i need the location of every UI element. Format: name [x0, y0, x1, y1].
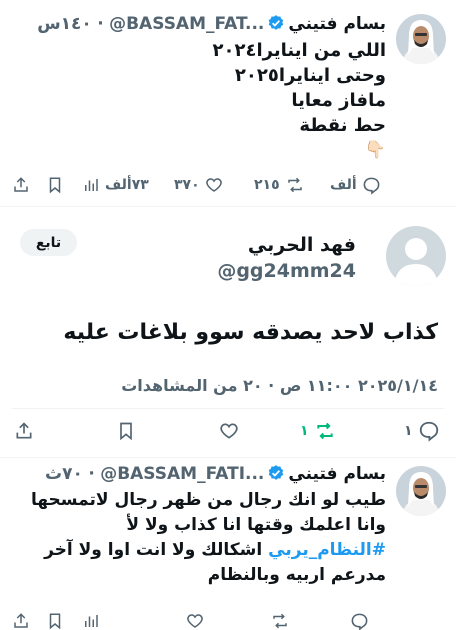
user-photo-icon [396, 466, 446, 516]
tweet-actions [0, 606, 456, 630]
timestamp[interactable]: ٧٠ث [45, 464, 83, 484]
text-fragment: اشكالك ولا انت اوا ولا آخر [44, 540, 263, 560]
share-icon [16, 422, 32, 439]
share-button[interactable] [12, 606, 30, 630]
views-icon [85, 615, 98, 627]
hashtag-link[interactable]: #النظام_يربي [268, 540, 386, 560]
repost-button[interactable]: ١ [300, 416, 336, 446]
text-line: وانا اعلمك وقتها انا كذاب ولا لأ [126, 515, 386, 535]
default-avatar-icon [386, 226, 446, 286]
display-name[interactable]: بسام فتيني [288, 464, 386, 484]
views-count: ٧٣ألف [105, 177, 149, 193]
reply-icon [363, 177, 380, 195]
like-button[interactable] [186, 606, 204, 630]
share-button[interactable] [14, 416, 34, 446]
repost-icon [273, 613, 287, 629]
repost-count: ٢١٥ [254, 177, 280, 193]
views-button[interactable]: ٧٣ألف [82, 170, 149, 200]
text-line: مدرعم اربيه وبالنظام [207, 565, 386, 585]
tweet-header: بسام فتيني @BASSAM_FATI... · ٧٠ث [6, 462, 386, 486]
user-photo-icon [396, 14, 446, 64]
reply-count: ١ [404, 423, 413, 439]
heart-icon [205, 178, 222, 192]
text-line: طيب لو انك رجال من ظهر رجال لاتمسحها [30, 490, 386, 510]
heart-icon [220, 423, 238, 439]
share-button[interactable] [12, 170, 30, 200]
avatar[interactable] [386, 226, 446, 286]
repost-count: ١ [300, 423, 309, 439]
verified-badge-icon [267, 464, 285, 486]
reply-count: ألف [330, 177, 357, 193]
like-button[interactable] [218, 416, 240, 446]
reply-button[interactable]: ١ [404, 416, 440, 446]
separator-dot: · [88, 464, 95, 484]
heart-icon [187, 614, 203, 628]
tweet-actions: ٧٣ألف ٣٧٠ ٢١٥ ألف [0, 170, 456, 200]
display-name[interactable]: فهد الحربي [248, 233, 356, 257]
text-line: مافاز معايا [291, 90, 386, 111]
bookmark-button[interactable] [46, 170, 64, 200]
bookmark-button[interactable] [46, 606, 64, 630]
reply-icon [419, 421, 438, 442]
like-count: ٣٧٠ [174, 177, 200, 193]
follow-button[interactable]: تابع [20, 229, 77, 256]
tweet-text: اللي من اينايرا٢٠٢٤ وحتى اينايرا٢٠٢٥ ماف… [8, 38, 386, 163]
share-icon [14, 177, 28, 192]
tweet-text: طيب لو انك رجال من ظهر رجال لاتمسحها وان… [8, 488, 386, 588]
tweet-text: كذاب لاحد يصدقه سوو بلاغات عليه [63, 320, 438, 345]
tweet-1[interactable]: بسام فتيني @BASSAM_FAT... · ١٤٠س اللي من … [0, 0, 456, 200]
avatar[interactable] [396, 466, 446, 516]
repost-button[interactable] [270, 606, 290, 630]
tweet-2[interactable]: بسام فتيني @BASSAM_FATI... · ٧٠ث طيب لو ا… [0, 458, 456, 630]
avatar[interactable] [396, 14, 446, 64]
bookmark-icon [49, 177, 61, 194]
emoji-line: 👇🏻 [364, 140, 386, 160]
timestamp[interactable]: ١٤٠س [37, 14, 92, 34]
repost-button[interactable]: ٢١٥ [254, 170, 305, 200]
text-line: #النظام_يربي اشكالك ولا انت اوا ولا آخر [8, 538, 386, 563]
divider [12, 408, 444, 409]
verified-badge-icon [267, 14, 285, 36]
reply-icon [351, 613, 368, 630]
separator-dot: · [97, 14, 104, 34]
tweet-actions: ١ ١ [0, 416, 456, 446]
handle[interactable]: @BASSAM_FAT... [109, 14, 264, 34]
bookmark-icon [49, 613, 61, 630]
display-name[interactable]: بسام فتيني [288, 14, 386, 34]
text-line: اللي من اينايرا٢٠٢٤ [212, 40, 386, 61]
reply-button[interactable] [350, 606, 369, 630]
handle[interactable]: @BASSAM_FATI... [100, 464, 264, 484]
like-button[interactable]: ٣٧٠ [174, 170, 223, 200]
reply-button[interactable]: ألف [330, 170, 381, 200]
views-icon [85, 179, 98, 191]
text-line: حط نقطة [299, 115, 386, 136]
tweet-header: بسام فتيني @BASSAM_FAT... · ١٤٠س [6, 12, 386, 36]
text-line: وحتى اينايرا٢٠٢٥ [234, 65, 386, 86]
bookmark-icon [120, 422, 132, 441]
repost-icon [287, 177, 302, 193]
repost-icon [316, 422, 333, 440]
share-icon [14, 613, 28, 628]
bookmark-button[interactable] [116, 416, 136, 446]
tweet-metadata: ٢٠٢٥/١/١٤ ١١:٠٠ ص · ٢٠ من المشاهدات [121, 376, 438, 395]
views-button[interactable] [82, 606, 100, 630]
handle[interactable]: @gg24mm24 [217, 259, 356, 283]
